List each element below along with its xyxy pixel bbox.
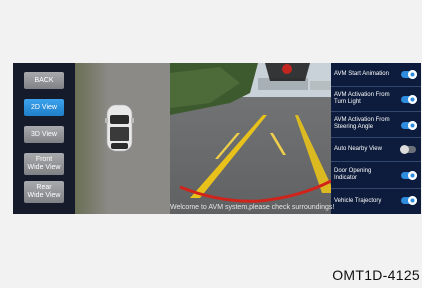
view-3d-button[interactable]: 3D View — [24, 126, 64, 143]
setting-label: AVM Activation From — [334, 92, 390, 98]
top-view-panel — [75, 63, 170, 214]
front-wide-view-button[interactable]: Front Wide View — [24, 153, 64, 175]
view-2d-label: 2D View — [31, 103, 57, 111]
front-wide-label: Wide View — [27, 164, 61, 171]
setting-label: Auto Nearby View — [334, 146, 382, 152]
setting-row-turn-light: AVM Activation From Turn Light — [331, 87, 421, 112]
setting-label: AVM Activation From — [334, 117, 390, 123]
setting-label: AVM Start Animation — [334, 71, 389, 77]
rear-camera-image — [170, 63, 331, 214]
back-label: BACK — [34, 76, 54, 84]
setting-row-steering-angle: AVM Activation From Steering Angle — [331, 112, 421, 138]
door-opening-toggle[interactable] — [401, 171, 417, 180]
car-top-view — [105, 104, 134, 152]
start-animation-toggle[interactable] — [401, 70, 417, 79]
front-label: Front — [35, 156, 53, 163]
camera-view-panel — [170, 63, 331, 214]
avm-screen: BACK 2D View 3D View Front Wide View Rea… — [13, 63, 421, 214]
figure-code: OMT1D-4125 — [332, 267, 420, 283]
auto-nearby-view-toggle[interactable] — [400, 145, 416, 154]
view-3d-label: 3D View — [31, 130, 57, 138]
setting-label: Door Opening — [334, 168, 372, 174]
steering-angle-toggle[interactable] — [401, 121, 417, 130]
view-nav: BACK 2D View 3D View Front Wide View Rea… — [13, 63, 75, 214]
setting-label-line2: Turn Light — [334, 99, 361, 105]
setting-row-door-opening: Door Opening Indicator — [331, 162, 421, 189]
settings-panel: AVM Start Animation AVM Activation From … — [331, 63, 421, 214]
view-2d-button[interactable]: 2D View — [24, 99, 64, 116]
setting-label-line2: Indicator — [334, 175, 358, 181]
welcome-message: Welcome to AVM system,please check surro… — [170, 204, 335, 211]
setting-row-start-animation: AVM Start Animation — [331, 63, 421, 87]
setting-label-line2: Steering Angle — [334, 124, 374, 130]
back-button[interactable]: BACK — [24, 72, 64, 89]
setting-row-auto-nearby: Auto Nearby View — [331, 138, 421, 162]
rear-wide-label: Wide View — [27, 192, 61, 199]
vehicle-trajectory-toggle[interactable] — [401, 196, 417, 205]
rear-label: Rear — [36, 184, 52, 191]
rear-wide-view-button[interactable]: Rear Wide View — [24, 181, 64, 203]
turn-light-toggle[interactable] — [401, 95, 417, 104]
